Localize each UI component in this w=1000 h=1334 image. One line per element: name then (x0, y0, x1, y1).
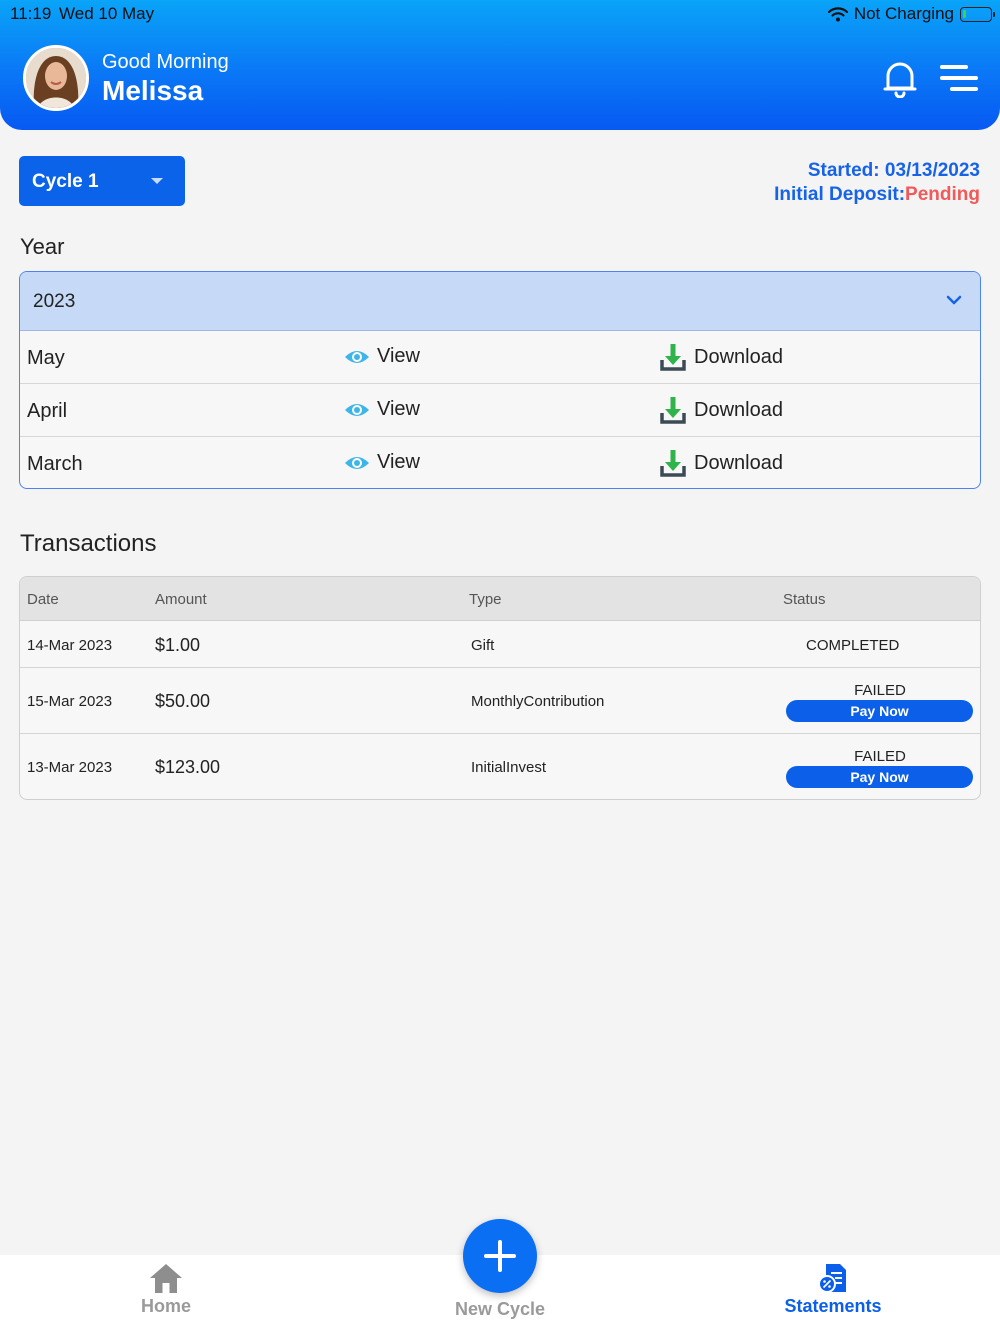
status-right: Not Charging (827, 4, 995, 24)
table-row: 14-Mar 2023 $1.00 Gift COMPLETED (20, 621, 980, 668)
download-icon (660, 450, 686, 477)
transaction-date: 15-Mar 2023 (27, 693, 113, 710)
statements-icon (818, 1264, 846, 1293)
status-bar: 11:19 Wed 10 May Not Charging (0, 0, 1000, 28)
transaction-type: Gift (471, 637, 495, 654)
view-label: View (377, 398, 420, 420)
cycle-dropdown-label: Cycle 1 (32, 171, 99, 192)
new-cycle-button[interactable] (463, 1219, 537, 1293)
pay-now-button[interactable]: Pay Now (786, 700, 973, 722)
home-icon (150, 1264, 182, 1293)
view-statement-button[interactable]: View (343, 451, 420, 474)
avatar[interactable] (23, 45, 89, 111)
transactions-title: Transactions (20, 530, 157, 557)
table-header: Date Amount Type Status (20, 577, 980, 621)
caret-down-icon (151, 178, 163, 184)
status-time: 11:19 (10, 4, 52, 23)
view-statement-button[interactable]: View (343, 398, 420, 421)
status-date: Wed 10 May (59, 4, 155, 23)
initial-deposit: Initial Deposit:Pending (774, 184, 980, 206)
download-statement-button[interactable]: Download (660, 343, 783, 371)
view-statement-button[interactable]: View (343, 345, 420, 368)
charging-status: Not Charging (853, 4, 954, 23)
year-value: 2023 (33, 291, 76, 312)
transaction-status: COMPLETED (806, 637, 900, 654)
download-label: Download (694, 345, 783, 368)
table-row: 13-Mar 2023 $123.00 InitialInvest FAILED… (20, 734, 980, 799)
deposit-status: Pending (905, 184, 980, 205)
transaction-date: 13-Mar 2023 (27, 759, 113, 776)
plus-icon (484, 1240, 516, 1272)
transactions-table: Date Amount Type Status 14-Mar 2023 $1.0… (19, 576, 981, 800)
tab-new-cycle[interactable]: New Cycle (400, 1299, 600, 1320)
transaction-type: MonthlyContribution (471, 693, 605, 710)
statement-month: May (27, 347, 65, 369)
tab-new-cycle-label: New Cycle (454, 1299, 546, 1319)
column-date: Date (27, 591, 59, 608)
avatar-photo (26, 48, 86, 108)
download-statement-button[interactable]: Download (660, 396, 783, 424)
download-label: Download (694, 451, 783, 474)
tab-home[interactable]: Home (66, 1262, 266, 1317)
chevron-down-icon (946, 295, 962, 305)
eye-icon (345, 456, 369, 469)
statement-row: May View Download (20, 331, 980, 384)
tab-home-label: Home (140, 1296, 191, 1316)
transaction-amount: $123.00 (155, 757, 221, 777)
transaction-type: InitialInvest (471, 759, 547, 776)
column-type: Type (469, 591, 502, 608)
statements-panel: 2023 May View Download April View Downlo… (19, 271, 981, 489)
download-statement-button[interactable]: Download (660, 449, 783, 477)
view-label: View (377, 345, 420, 367)
pay-now-button[interactable]: Pay Now (786, 766, 973, 788)
cycle-dropdown[interactable]: Cycle 1 (19, 156, 185, 206)
download-icon (660, 397, 686, 424)
view-label: View (377, 451, 420, 473)
statement-row: April View Download (20, 384, 980, 437)
cycle-start-date: Started: 03/13/2023 (807, 160, 980, 181)
menu-icon[interactable] (938, 62, 980, 94)
download-label: Download (694, 398, 783, 421)
download-icon (660, 344, 686, 371)
bell-icon[interactable] (880, 58, 920, 98)
transaction-status: FAILED (854, 682, 906, 699)
transaction-status: FAILED (854, 748, 906, 765)
year-label: Year (20, 234, 65, 259)
year-selector[interactable]: 2023 (20, 272, 980, 331)
eye-icon (345, 403, 369, 416)
transaction-status-cell: FAILED Pay Now (786, 682, 974, 722)
battery-icon (960, 6, 995, 22)
table-row: 15-Mar 2023 $50.00 MonthlyContribution F… (20, 668, 980, 734)
tab-statements-label: Statements (784, 1296, 882, 1316)
transaction-amount: $50.00 (155, 691, 211, 711)
statement-month: April (27, 400, 68, 422)
column-status: Status (783, 591, 826, 608)
statement-row: March View Download (20, 437, 980, 488)
deposit-label: Initial Deposit: (774, 184, 906, 205)
column-amount: Amount (155, 591, 207, 608)
transaction-amount: $1.00 (155, 635, 201, 655)
eye-icon (345, 350, 369, 363)
tab-statements[interactable]: Statements (733, 1262, 933, 1317)
user-name: Melissa (102, 75, 204, 106)
transaction-status-cell: FAILED Pay Now (786, 748, 974, 788)
wifi-icon (827, 6, 848, 21)
greeting-text: Good Morning (102, 51, 229, 73)
statement-month: March (27, 453, 83, 475)
transaction-date: 14-Mar 2023 (27, 637, 113, 654)
